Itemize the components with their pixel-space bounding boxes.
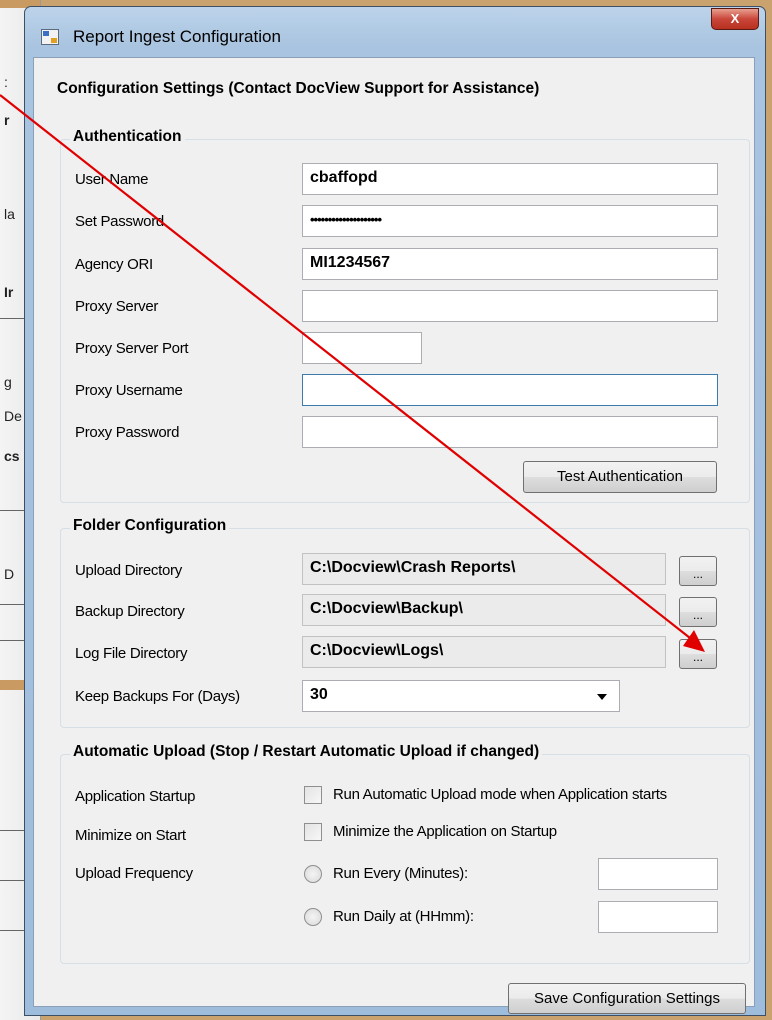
app-icon <box>41 29 59 45</box>
chevron-down-icon[interactable] <box>597 694 607 700</box>
close-icon: X <box>730 11 740 26</box>
close-button[interactable]: X <box>711 8 759 30</box>
upload-directory-browse-button[interactable]: ... <box>679 556 717 586</box>
backup-directory-label: Backup Directory <box>75 603 185 620</box>
upload-frequency-label: Upload Frequency <box>75 865 193 882</box>
keep-backups-label: Keep Backups For (Days) <box>75 688 240 705</box>
authentication-group-title: Authentication <box>70 128 185 146</box>
agency-ori-label: Agency ORI <box>75 256 153 273</box>
save-configuration-button[interactable]: Save Configuration Settings <box>508 983 746 1014</box>
backup-directory-browse-button[interactable]: ... <box>679 597 717 627</box>
background-divider <box>0 510 24 511</box>
keep-backups-value: 30 <box>310 686 328 703</box>
window-title: Report Ingest Configuration <box>73 27 281 46</box>
run-daily-radio-label[interactable]: Run Daily at (HHmm): <box>333 908 474 925</box>
keep-backups-dropdown[interactable]: 30 <box>302 680 620 712</box>
configuration-header: Configuration Settings (Contact DocView … <box>57 80 540 97</box>
user-name-label: User Name <box>75 171 149 188</box>
proxy-password-input[interactable] <box>302 416 718 448</box>
set-password-label: Set Password <box>75 213 164 230</box>
run-every-radio-label[interactable]: Run Every (Minutes): <box>333 865 468 882</box>
backup-directory-field: C:\Docview\Backup\ <box>302 594 666 626</box>
run-automatic-upload-checkbox[interactable] <box>304 786 322 804</box>
background-text: cs <box>4 448 20 464</box>
background-divider <box>0 930 24 931</box>
background-text: D <box>4 566 15 582</box>
title-bar[interactable]: Report Ingest Configuration X <box>25 7 765 57</box>
user-name-input[interactable]: cbaffopd <box>302 163 718 195</box>
proxy-server-label: Proxy Server <box>75 298 159 315</box>
proxy-server-input[interactable] <box>302 290 718 322</box>
folder-configuration-group-title: Folder Configuration <box>70 517 230 535</box>
upload-directory-field: C:\Docview\Crash Reports\ <box>302 553 666 585</box>
background-text: g <box>4 374 12 390</box>
background-text: De <box>4 408 22 424</box>
background-text: la <box>4 206 15 222</box>
run-daily-radio[interactable] <box>304 908 322 926</box>
run-every-minutes-input[interactable] <box>598 858 718 890</box>
minimize-on-startup-checkbox[interactable] <box>304 823 322 841</box>
minimize-on-startup-checkbox-label[interactable]: Minimize the Application on Startup <box>333 823 557 840</box>
background-text: r <box>4 112 10 128</box>
set-password-input[interactable]: •••••••••••••••••••• <box>302 205 718 237</box>
background-divider <box>0 830 24 831</box>
proxy-username-input[interactable] <box>302 374 718 406</box>
background-divider <box>0 604 24 605</box>
background-text: : <box>4 74 8 90</box>
log-directory-field: C:\Docview\Logs\ <box>302 636 666 668</box>
run-daily-time-input[interactable] <box>598 901 718 933</box>
log-directory-label: Log File Directory <box>75 645 188 662</box>
upload-directory-label: Upload Directory <box>75 562 182 579</box>
proxy-username-label: Proxy Username <box>75 382 183 399</box>
background-divider <box>0 318 24 319</box>
application-startup-label: Application Startup <box>75 788 196 805</box>
automatic-upload-group-title: Automatic Upload (Stop / Restart Automat… <box>70 743 543 761</box>
minimize-on-start-label: Minimize on Start <box>75 827 186 844</box>
background-text: Ir <box>4 284 14 300</box>
background-divider <box>0 640 24 641</box>
run-every-radio[interactable] <box>304 865 322 883</box>
agency-ori-input[interactable]: MI1234567 <box>302 248 718 280</box>
run-automatic-upload-checkbox-label[interactable]: Run Automatic Upload mode when Applicati… <box>333 786 667 803</box>
test-authentication-button[interactable]: Test Authentication <box>523 461 717 493</box>
proxy-password-label: Proxy Password <box>75 424 180 441</box>
proxy-port-input[interactable] <box>302 332 422 364</box>
proxy-port-label: Proxy Server Port <box>75 340 189 357</box>
background-divider <box>0 880 24 881</box>
log-directory-browse-button[interactable]: ... <box>679 639 717 669</box>
